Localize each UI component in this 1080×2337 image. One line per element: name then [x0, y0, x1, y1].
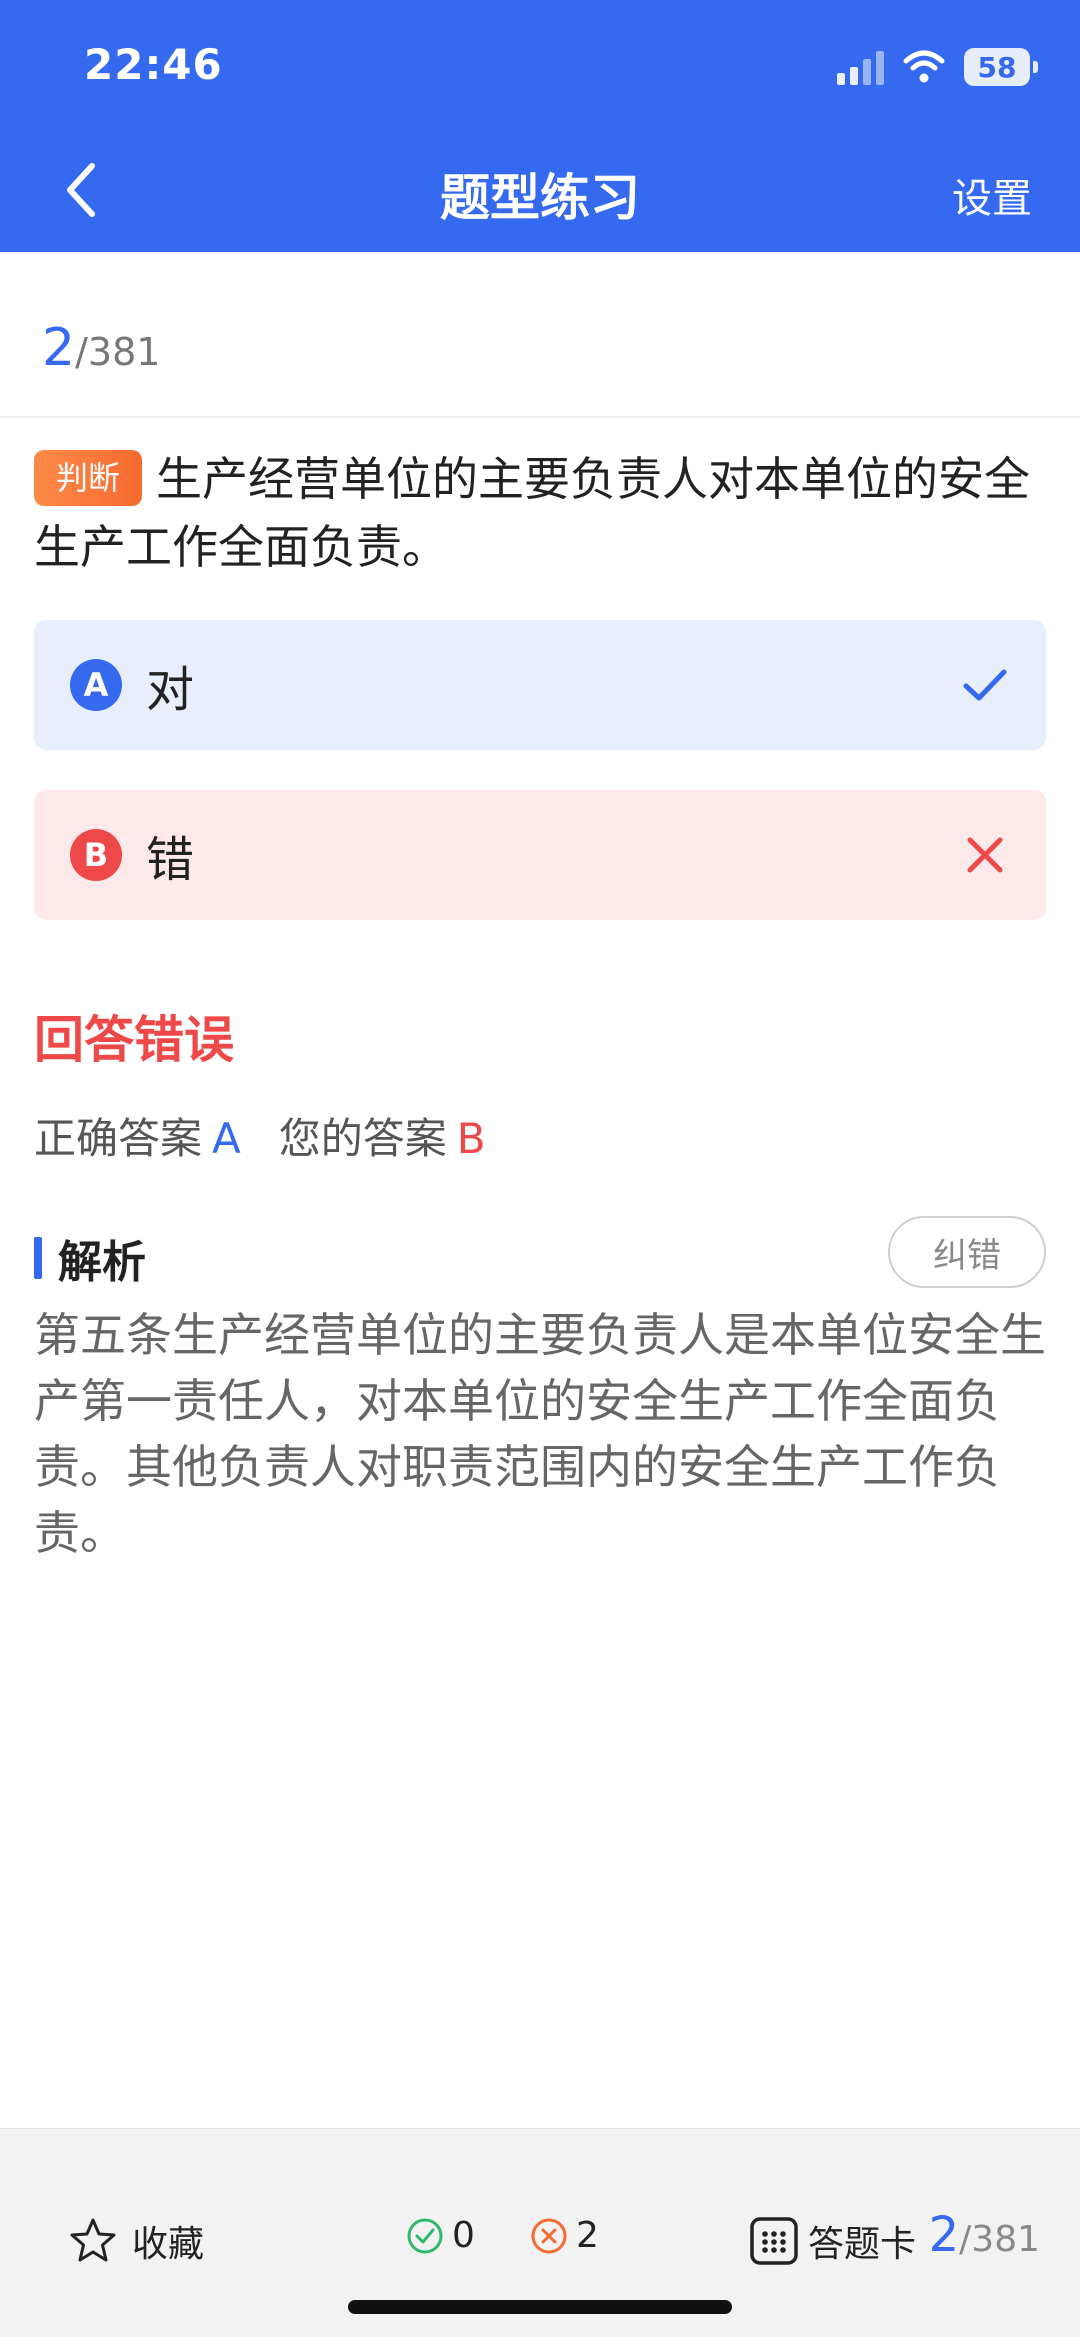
analysis-text: 第五条生产经营单位的主要负责人是本单位安全生产第一责任人，对本单位的安全生产工作…: [34, 1308, 1046, 1560]
app-header: 22:46 58 题型练习 设置: [0, 0, 1080, 252]
option-text: 对: [146, 662, 195, 718]
page-title: 题型练习: [440, 169, 640, 227]
option-letter: B: [70, 829, 122, 881]
favorite-button[interactable]: 收藏: [68, 2215, 204, 2267]
favorite-label: 收藏: [132, 2224, 205, 2265]
grid-icon: [750, 2217, 798, 2265]
bottom-progress: 2/381: [929, 2207, 1040, 2263]
x-circle-icon: [531, 2218, 567, 2253]
check-circle-icon: [407, 2218, 443, 2253]
divider: [0, 416, 1080, 418]
settings-button[interactable]: 设置: [952, 166, 1032, 224]
correct-count-value: 0: [452, 2215, 475, 2256]
question-type-badge: 判断: [34, 450, 143, 506]
battery-level: 58: [977, 50, 1017, 84]
your-answer: B: [456, 1114, 486, 1163]
status-time: 22:46: [84, 40, 223, 89]
progress-total: /381: [75, 330, 161, 374]
question-progress: 2/381: [42, 318, 160, 378]
question: 判断 生产经营单位的主要负责人对本单位的安全生产工作全面负责。: [34, 445, 1044, 581]
wifi-icon: [903, 50, 945, 83]
close-icon: [967, 837, 1003, 873]
answer-summary: 正确答案 A 您的答案 B: [34, 1105, 486, 1166]
bottom-progress-current: 2: [928, 2207, 960, 2263]
option-text: 错: [146, 832, 195, 888]
option-letter: A: [70, 659, 122, 711]
correct-answer-label: 正确答案: [34, 1114, 203, 1163]
analysis-title: 解析: [58, 1237, 146, 1288]
your-answer-label: 您的答案: [278, 1114, 447, 1163]
report-error-button[interactable]: 纠错: [888, 1216, 1046, 1288]
check-icon: [963, 669, 1007, 701]
wrong-count-value: 2: [576, 2215, 599, 2256]
option-b[interactable]: B 错: [34, 790, 1046, 920]
question-text: 生产经营单位的主要负责人对本单位的安全生产工作全面负责。: [34, 452, 1031, 574]
status-icons: 58: [837, 48, 1038, 86]
home-indicator: [348, 2300, 732, 2314]
answer-card-label: 答题卡: [808, 2224, 917, 2265]
section-accent-bar: [34, 1237, 42, 1279]
star-icon: [70, 2218, 116, 2262]
progress-current: 2: [42, 318, 76, 378]
wrong-count: 2: [530, 2215, 599, 2256]
correct-count: 0: [406, 2215, 475, 2256]
answer-card-button[interactable]: 答题卡: [748, 2215, 916, 2267]
signal-icon: [837, 49, 884, 85]
bottom-progress-total: /381: [959, 2219, 1040, 2260]
option-a[interactable]: A 对: [34, 620, 1046, 750]
analysis-header: 解析: [34, 1226, 146, 1290]
battery-icon: 58: [964, 48, 1038, 86]
result-label: 回答错误: [34, 1011, 234, 1069]
correct-answer: A: [212, 1114, 241, 1163]
